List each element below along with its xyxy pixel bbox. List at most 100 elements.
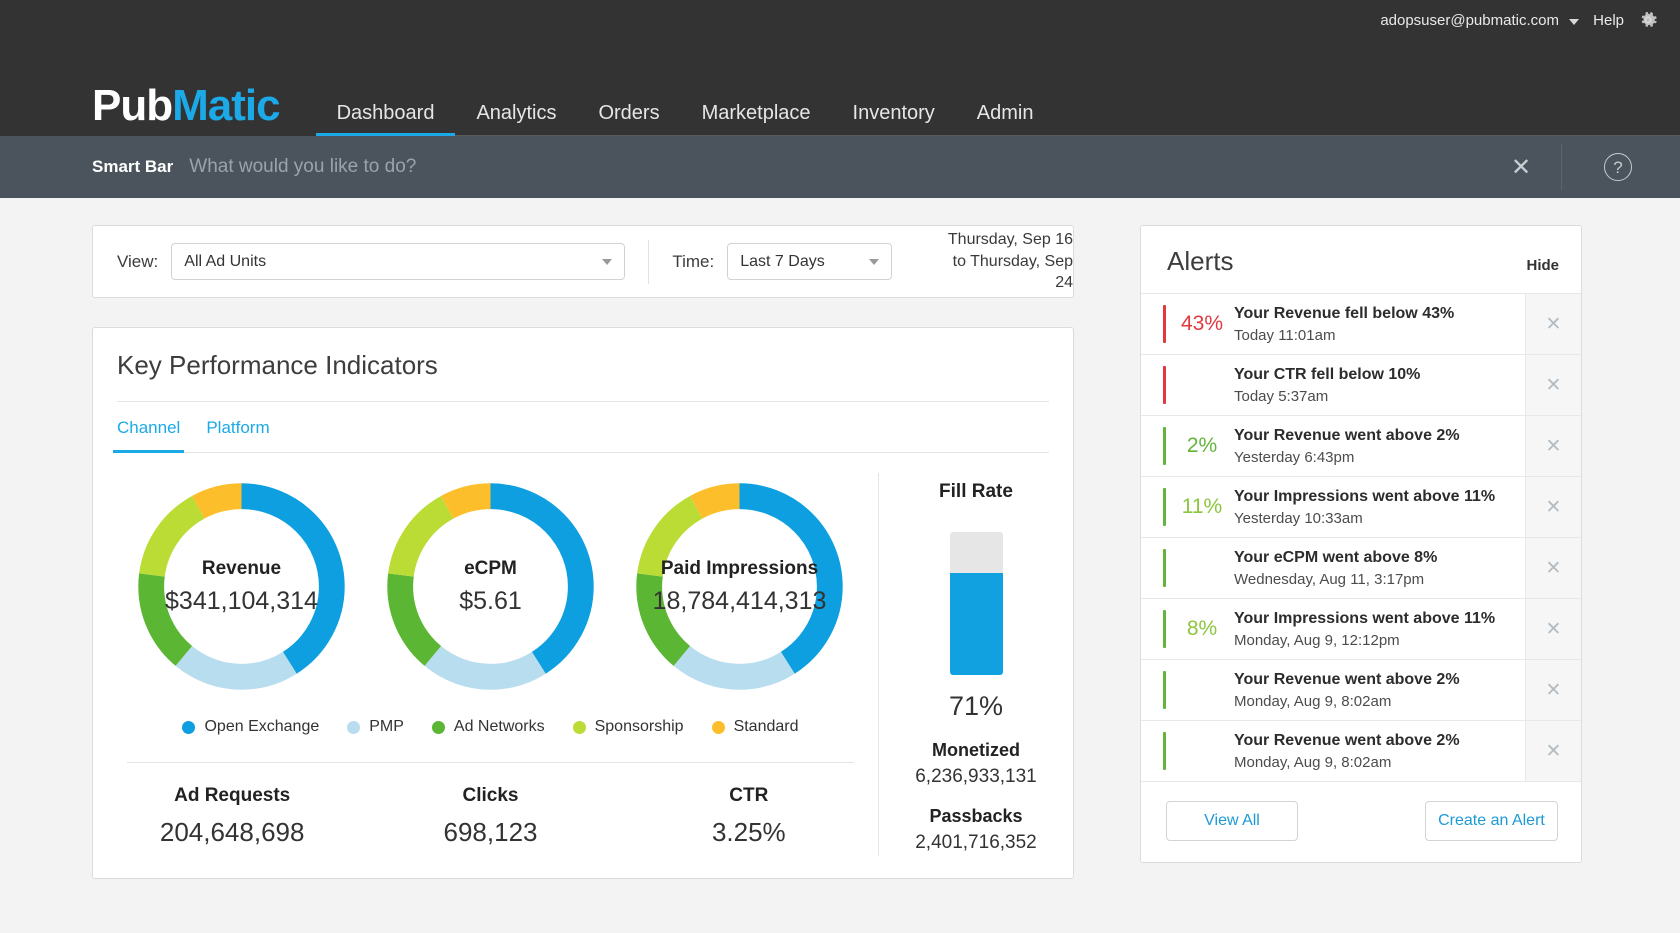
left-column: View: All Ad Units Time: Last 7 Days Thu… <box>92 225 1074 879</box>
donut-ecpm-title: eCPM <box>383 558 598 580</box>
alerts-list: 43%Your Revenue fell below 43%Today 11:0… <box>1141 293 1581 781</box>
metric-value: 698,123 <box>361 817 619 848</box>
smart-bar-label: Smart Bar <box>92 157 173 177</box>
time-select[interactable]: Last 7 Days <box>727 243 892 280</box>
alert-text: Your Revenue went above 2%Monday, Aug 9,… <box>1234 660 1525 720</box>
close-icon[interactable]: ✕ <box>1525 721 1581 781</box>
donut-chart-ecpm: eCPM $5.61 <box>383 479 598 694</box>
legend-item-open-exchange: Open Exchange <box>182 718 319 736</box>
donut-paid-impressions-value: 18,784,414,313 <box>632 587 847 616</box>
close-icon[interactable]: ✕ <box>1525 599 1581 659</box>
passbacks-label: Passbacks <box>879 806 1073 827</box>
alert-row: 43%Your Revenue fell below 43%Today 11:0… <box>1141 293 1581 354</box>
main-menu: Dashboard Analytics Orders Marketplace I… <box>316 92 1680 136</box>
alert-percent-badge: 11% <box>1166 477 1234 537</box>
legend-item-pmp: PMP <box>347 718 404 736</box>
close-icon[interactable]: ✕ <box>1525 416 1581 476</box>
fill-rate-percent: 71% <box>879 691 1073 722</box>
donut-charts: Revenue $341,104,314 eCPM $5 <box>103 467 878 694</box>
utility-nav: adopsuser@pubmatic.com Help <box>1380 10 1658 30</box>
alert-text: Your Revenue went above 2%Yesterday 6:43… <box>1234 416 1525 476</box>
metric-label: Ad Requests <box>103 785 361 807</box>
kpi-tabs: Channel Platform <box>93 402 1073 452</box>
view-select-value: All Ad Units <box>184 253 602 271</box>
donut-revenue-title: Revenue <box>134 558 349 580</box>
alert-percent-badge <box>1166 538 1234 598</box>
tab-platform[interactable]: Platform <box>206 418 269 452</box>
donut-paid-impressions-title: Paid Impressions <box>632 558 847 580</box>
legend-label: Ad Networks <box>454 718 545 736</box>
menu-item-marketplace[interactable]: Marketplace <box>681 103 832 135</box>
legend-label: Open Exchange <box>204 718 319 736</box>
alert-timestamp: Yesterday 6:43pm <box>1234 449 1515 466</box>
alert-text: Your CTR fell below 10%Today 5:37am <box>1234 355 1525 415</box>
fill-rate-panel: Fill Rate 71% Monetized 6,236,933,131 Pa… <box>878 473 1073 856</box>
dashboard-page: adopsuser@pubmatic.com Help PubMatic Das… <box>0 0 1680 933</box>
donut-zone: Revenue $341,104,314 eCPM $5 <box>93 467 878 878</box>
close-icon[interactable]: ✕ <box>1496 136 1546 198</box>
alert-title: Your Revenue fell below 43% <box>1234 304 1515 324</box>
view-all-button[interactable]: View All <box>1166 801 1298 841</box>
create-alert-button[interactable]: Create an Alert <box>1425 801 1558 841</box>
filter-divider <box>648 240 649 284</box>
alert-timestamp: Wednesday, Aug 11, 3:17pm <box>1234 571 1515 588</box>
legend-swatch <box>182 721 195 734</box>
alert-timestamp: Yesterday 10:33am <box>1234 510 1515 527</box>
date-range: Thursday, Sep 16 to Thursday, Sep 24 <box>932 229 1073 294</box>
pubmatic-logo[interactable]: PubMatic <box>92 84 280 128</box>
question-circle-icon[interactable]: ? <box>1594 136 1642 198</box>
alert-row: Your Revenue went above 2%Monday, Aug 9,… <box>1141 720 1581 781</box>
legend-label: PMP <box>369 718 404 736</box>
menu-item-dashboard[interactable]: Dashboard <box>316 103 456 135</box>
chevron-down-icon <box>869 259 879 265</box>
menu-item-inventory[interactable]: Inventory <box>832 103 956 135</box>
smart-bar-divider <box>1561 144 1562 190</box>
close-icon[interactable]: ✕ <box>1525 355 1581 415</box>
metric-clicks: Clicks 698,123 <box>361 785 619 848</box>
close-icon[interactable]: ✕ <box>1525 477 1581 537</box>
user-email-menu[interactable]: adopsuser@pubmatic.com <box>1380 12 1579 29</box>
legend-swatch <box>347 721 360 734</box>
legend-swatch <box>573 721 586 734</box>
alert-percent-badge <box>1166 721 1234 781</box>
alert-percent-badge: 8% <box>1166 599 1234 659</box>
legend-item-ad-networks: Ad Networks <box>432 718 545 736</box>
help-link[interactable]: Help <box>1593 12 1624 29</box>
chevron-down-icon <box>1569 19 1579 25</box>
donut-revenue-value: $341,104,314 <box>134 587 349 616</box>
metrics-row: Ad Requests 204,648,698 Clicks 698,123 C… <box>103 763 878 878</box>
legend-swatch <box>712 721 725 734</box>
alert-text: Your Revenue fell below 43%Today 11:01am <box>1234 294 1525 354</box>
close-icon[interactable]: ✕ <box>1525 294 1581 354</box>
close-icon[interactable]: ✕ <box>1525 660 1581 720</box>
alert-text: Your Impressions went above 11%Yesterday… <box>1234 477 1525 537</box>
smart-bar-input[interactable]: What would you like to do? <box>189 156 416 178</box>
close-icon[interactable]: ✕ <box>1525 538 1581 598</box>
view-select[interactable]: All Ad Units <box>171 243 625 280</box>
gear-icon[interactable] <box>1638 10 1658 30</box>
metric-value: 3.25% <box>620 817 878 848</box>
logo-pub-text: Pub <box>92 81 172 130</box>
time-select-value: Last 7 Days <box>740 253 869 271</box>
hide-alerts-button[interactable]: Hide <box>1526 257 1559 274</box>
alerts-footer: View All Create an Alert <box>1141 781 1581 862</box>
alert-row: 11%Your Impressions went above 11%Yester… <box>1141 476 1581 537</box>
legend-label: Standard <box>734 718 799 736</box>
metric-ad-requests: Ad Requests 204,648,698 <box>103 785 361 848</box>
alert-text: Your Impressions went above 11%Monday, A… <box>1234 599 1525 659</box>
monetized-value: 6,236,933,131 <box>879 766 1073 788</box>
menu-item-orders[interactable]: Orders <box>577 103 680 135</box>
page-title: Key Performance Indicators <box>93 350 1073 401</box>
passbacks-value: 2,401,716,352 <box>879 832 1073 854</box>
alert-row: Your CTR fell below 10%Today 5:37am✕ <box>1141 354 1581 415</box>
alert-text: Your Revenue went above 2%Monday, Aug 9,… <box>1234 721 1525 781</box>
fill-rate-bar-fill <box>950 573 1003 675</box>
alert-row: Your Revenue went above 2%Monday, Aug 9,… <box>1141 659 1581 720</box>
legend-label: Sponsorship <box>595 718 684 736</box>
fill-rate-bar <box>950 532 1003 675</box>
menu-item-analytics[interactable]: Analytics <box>455 103 577 135</box>
tab-channel[interactable]: Channel <box>117 418 180 452</box>
alerts-panel: Alerts Hide 43%Your Revenue fell below 4… <box>1140 225 1582 863</box>
menu-item-admin[interactable]: Admin <box>956 103 1055 135</box>
alert-timestamp: Today 5:37am <box>1234 388 1515 405</box>
